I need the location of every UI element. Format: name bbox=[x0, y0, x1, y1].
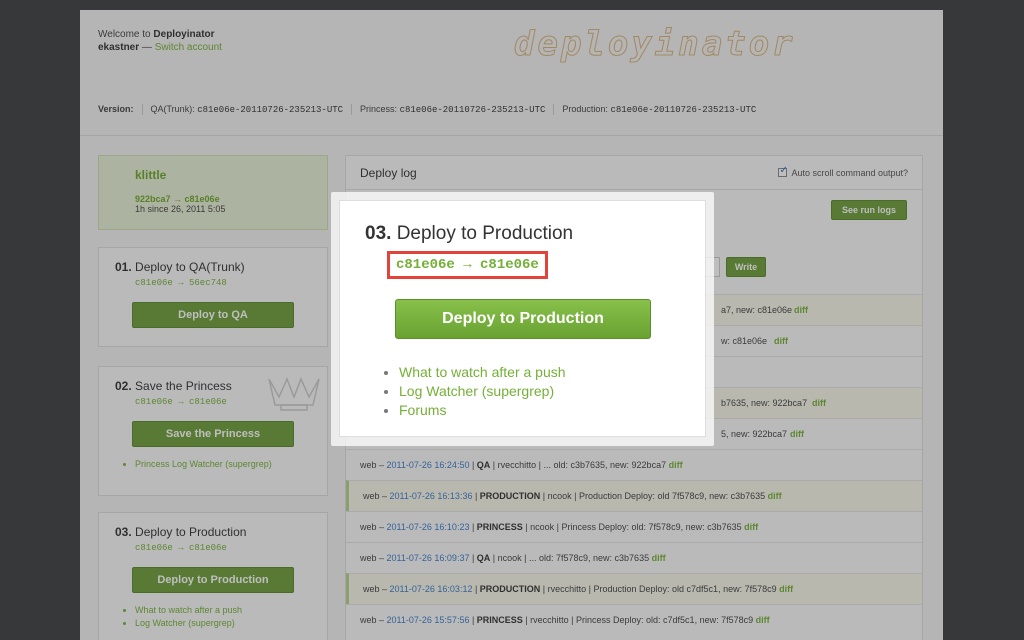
modal-deploy-production-button[interactable]: Deploy to Production bbox=[395, 299, 651, 339]
modal-step-number: 03. bbox=[365, 223, 392, 244]
deploy-production-modal: 03. Deploy to Production c81e06e → c81e0… bbox=[339, 200, 706, 437]
modal-frame: 03. Deploy to Production c81e06e → c81e0… bbox=[331, 192, 714, 446]
modal-commit-range: c81e06e → c81e06e bbox=[387, 251, 548, 279]
log-watcher-link[interactable]: Log Watcher (supergrep) bbox=[399, 382, 680, 401]
modal-links: What to watch after a push Log Watcher (… bbox=[399, 363, 680, 420]
what-to-watch-link[interactable]: What to watch after a push bbox=[399, 363, 680, 382]
modal-title-text: Deploy to Production bbox=[396, 223, 574, 244]
modal-title: 03. Deploy to Production bbox=[365, 223, 680, 245]
forums-link[interactable]: Forums bbox=[399, 401, 680, 420]
